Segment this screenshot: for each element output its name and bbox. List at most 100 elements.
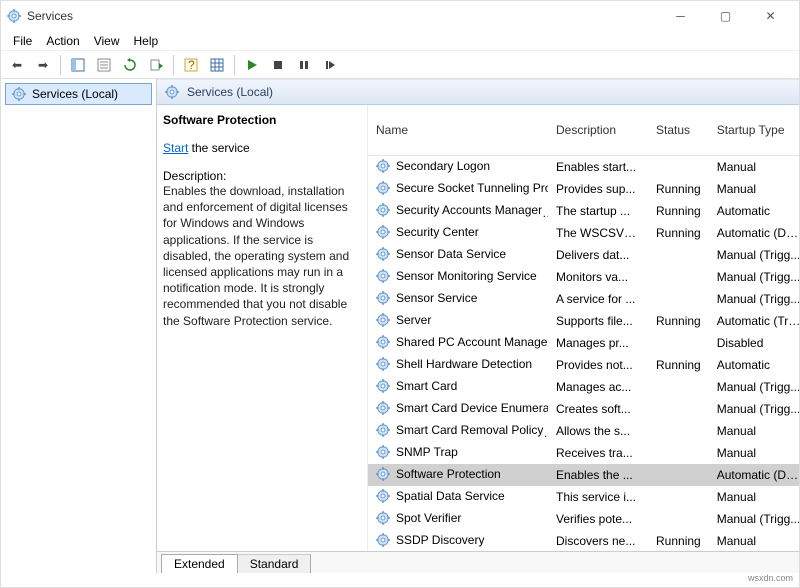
table-row[interactable]: Sensor Data ServiceDelivers dat...Manual… (368, 244, 799, 266)
window-title: Services (27, 9, 73, 23)
service-name: Smart Card Removal Policy (396, 423, 543, 437)
service-startup: Manual (709, 420, 799, 442)
service-status (648, 156, 709, 179)
properties-button[interactable] (92, 53, 116, 77)
gear-icon (12, 87, 26, 101)
service-status: Running (648, 310, 709, 332)
service-desc: Verifies pote... (548, 508, 648, 530)
menu-help[interactable]: Help (128, 34, 165, 48)
service-startup: Automatic (De... (709, 222, 799, 244)
service-startup: Manual (709, 156, 799, 179)
service-status: Running (648, 530, 709, 551)
gear-icon (376, 159, 390, 173)
col-description[interactable]: Description (548, 105, 648, 156)
back-button[interactable]: ⬅ (5, 53, 29, 77)
service-name: Shared PC Account Manager (396, 335, 548, 349)
service-startup: Manual (Trigg... (709, 266, 799, 288)
table-row[interactable]: Spot VerifierVerifies pote...Manual (Tri… (368, 508, 799, 530)
grid-button[interactable] (205, 53, 229, 77)
table-row[interactable]: Security Accounts ManagerThe startup ...… (368, 200, 799, 222)
menu-view[interactable]: View (88, 34, 126, 48)
restart-service-button[interactable] (318, 53, 342, 77)
service-name: Security Center (396, 225, 479, 239)
table-row[interactable]: Secondary LogonEnables start...ManualLoc (368, 156, 799, 179)
table-row[interactable]: Smart Card Removal PolicyAllows the s...… (368, 420, 799, 442)
gear-icon (376, 511, 390, 525)
service-desc: Receives tra... (548, 442, 648, 464)
service-name: Shell Hardware Detection (396, 357, 532, 371)
table-row[interactable]: SSDP DiscoveryDiscovers ne...RunningManu… (368, 530, 799, 551)
service-name: Secure Socket Tunneling Pro... (396, 181, 548, 195)
col-name[interactable]: Name (368, 105, 548, 156)
start-service-button[interactable] (240, 53, 264, 77)
service-desc: Enables the ... (548, 464, 648, 486)
help-button[interactable]: ? (179, 53, 203, 77)
table-row[interactable]: ServerSupports file...RunningAutomatic (… (368, 310, 799, 332)
gear-icon (376, 225, 390, 239)
table-row[interactable]: Shell Hardware DetectionProvides not...R… (368, 354, 799, 376)
gear-icon (376, 401, 390, 415)
service-desc: Enables start... (548, 156, 648, 179)
tree-root-services-local[interactable]: Services (Local) (5, 83, 152, 105)
menu-file[interactable]: File (7, 34, 38, 48)
minimize-button[interactable]: ─ (658, 2, 703, 30)
service-desc: The startup ... (548, 200, 648, 222)
table-row[interactable]: Shared PC Account ManagerManages pr...Di… (368, 332, 799, 354)
start-link[interactable]: Start (163, 141, 188, 155)
service-status (648, 332, 709, 354)
menu-action[interactable]: Action (40, 34, 85, 48)
gear-icon (376, 203, 390, 217)
selected-service-title: Software Protection (163, 113, 357, 127)
table-row[interactable]: Security CenterThe WSCSVC...RunningAutom… (368, 222, 799, 244)
service-startup: Manual (Trigg... (709, 244, 799, 266)
service-startup: Automatic (Trig... (709, 310, 799, 332)
service-list[interactable]: Name Description Status Startup Type Log… (367, 105, 799, 551)
table-row[interactable]: Software ProtectionEnables the ...Automa… (368, 464, 799, 486)
service-name: Smart Card (396, 379, 457, 393)
refresh-button[interactable] (118, 53, 142, 77)
tab-extended[interactable]: Extended (161, 554, 238, 573)
service-desc: This service i... (548, 486, 648, 508)
svg-text:?: ? (188, 58, 195, 72)
service-name: Smart Card Device Enumerat... (396, 401, 548, 415)
service-desc: Delivers dat... (548, 244, 648, 266)
table-row[interactable]: Sensor Monitoring ServiceMonitors va...M… (368, 266, 799, 288)
service-status (648, 464, 709, 486)
gear-icon (376, 445, 390, 459)
table-row[interactable]: SNMP TrapReceives tra...ManualLoc (368, 442, 799, 464)
service-desc: Manages pr... (548, 332, 648, 354)
service-status (648, 508, 709, 530)
gear-icon (376, 247, 390, 261)
service-status (648, 266, 709, 288)
tab-standard[interactable]: Standard (237, 554, 312, 573)
table-row[interactable]: Spatial Data ServiceThis service i...Man… (368, 486, 799, 508)
service-startup: Manual (Trigg... (709, 288, 799, 310)
start-link-tail: the service (188, 141, 249, 155)
service-name: Sensor Monitoring Service (396, 269, 537, 283)
show-hide-tree-button[interactable] (66, 53, 90, 77)
col-startup[interactable]: Startup Type (709, 105, 799, 156)
export-button[interactable] (144, 53, 168, 77)
service-name: Secondary Logon (396, 159, 490, 173)
stop-service-button[interactable] (266, 53, 290, 77)
description-text: Enables the download, installation and e… (163, 183, 357, 329)
service-status (648, 442, 709, 464)
gear-icon (165, 85, 179, 99)
table-row[interactable]: Sensor ServiceA service for ...Manual (T… (368, 288, 799, 310)
col-status[interactable]: Status (648, 105, 709, 156)
gear-icon (376, 467, 390, 481)
service-name: Server (396, 313, 431, 327)
pane-header: Services (Local) (187, 85, 273, 99)
table-row[interactable]: Smart Card Device Enumerat...Creates sof… (368, 398, 799, 420)
forward-button[interactable]: ➡ (31, 53, 55, 77)
service-status: Running (648, 178, 709, 200)
close-button[interactable]: ✕ (748, 2, 793, 30)
gear-icon (376, 357, 390, 371)
table-row[interactable]: Smart CardManages ac...Manual (Trigg...L… (368, 376, 799, 398)
pause-service-button[interactable] (292, 53, 316, 77)
gear-icon (376, 181, 390, 195)
app-icon (7, 9, 21, 23)
maximize-button[interactable]: ▢ (703, 2, 748, 30)
service-name: Spatial Data Service (396, 489, 505, 503)
table-row[interactable]: Secure Socket Tunneling Pro...Provides s… (368, 178, 799, 200)
